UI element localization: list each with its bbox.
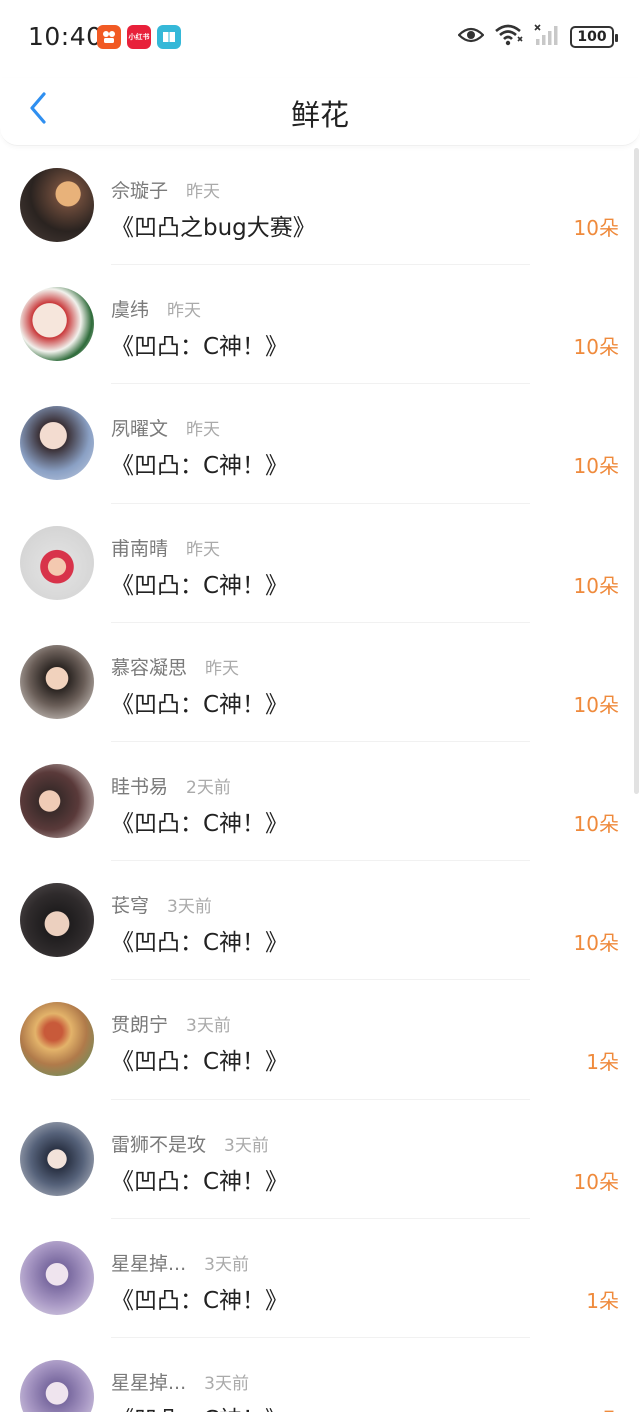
list-item[interactable]: 夙曜文 昨天 《凹凸：C神！》 10朵	[0, 384, 640, 504]
timestamp: 3天前	[224, 1135, 269, 1156]
flower-count: 10朵	[573, 811, 619, 836]
avatar[interactable]	[20, 1002, 94, 1077]
avatar[interactable]	[20, 287, 94, 362]
user-name[interactable]: 慕容凝思	[111, 657, 187, 679]
flower-count: 10朵	[573, 454, 619, 479]
status-time: 10:40	[28, 22, 103, 51]
list-item[interactable]: 甫南晴 昨天 《凹凸：C神！》 10朵	[0, 504, 640, 623]
timestamp: 昨天	[167, 301, 202, 322]
timestamp: 3天前	[167, 897, 212, 918]
flower-count: 10朵	[573, 692, 619, 717]
user-name[interactable]: 星星掉...	[111, 1372, 186, 1394]
user-name[interactable]: 苌穹	[111, 895, 149, 917]
book-title[interactable]: 《凹凸：C神！》	[111, 1281, 288, 1315]
flower-count: 10朵	[573, 573, 619, 598]
book-title[interactable]: 《凹凸：C神！》	[111, 566, 288, 600]
nav-bar: 鲜花	[0, 78, 640, 146]
list-item[interactable]: 星星掉... 3天前 《凹凸：C神！》 1朵	[0, 1219, 640, 1338]
timestamp: 3天前	[204, 1254, 249, 1275]
list-item[interactable]: 虞纬 昨天 《凹凸：C神！》 10朵	[0, 265, 640, 385]
avatar[interactable]	[20, 406, 94, 481]
book-title[interactable]: 《凹凸：C神！》	[111, 685, 288, 719]
avatar[interactable]	[20, 883, 94, 958]
flower-list: 佘璇子 昨天 《凹凸之bug大赛》 10朵 虞纬 昨天 《凹凸：C神！》 10朵 夙…	[0, 146, 640, 1412]
book-title[interactable]: 《凹凸：C神！》	[111, 804, 288, 838]
status-bar: 10:40 小红书 100	[0, 0, 640, 78]
wifi-icon	[494, 23, 524, 51]
flower-count: 10朵	[573, 216, 619, 240]
list-item[interactable]: 雷狮不是攻 3天前 《凹凸：C神！》 10朵	[0, 1100, 640, 1219]
book-title[interactable]: 《凹凸：C神！》	[111, 923, 288, 957]
eye-icon	[457, 26, 485, 48]
kuaishou-icon	[97, 25, 121, 49]
cell-signal-icon	[534, 23, 560, 51]
user-name[interactable]: 甫南晴	[111, 538, 168, 560]
book-title[interactable]: 《凹凸之bug大赛》	[111, 208, 316, 242]
avatar[interactable]	[20, 1359, 94, 1412]
user-name[interactable]: 贯朗宁	[111, 1014, 168, 1036]
timestamp: 2天前	[186, 777, 231, 798]
timestamp: 昨天	[205, 658, 240, 679]
list-item[interactable]: 佘璇子 昨天 《凹凸之bug大赛》 10朵	[0, 146, 640, 266]
battery-indicator: 100	[570, 26, 618, 48]
book-title[interactable]: 《凹凸：C神！》	[111, 446, 288, 480]
flower-count: 1朵	[586, 1404, 619, 1412]
book-title[interactable]: 《凹凸：C神！》	[111, 1400, 288, 1412]
list-item[interactable]: 贯朗宁 3天前 《凹凸：C神！》 1朵	[0, 980, 640, 1100]
status-indicators: 100	[457, 23, 618, 51]
flower-count: 10朵	[573, 335, 619, 360]
timestamp: 昨天	[186, 182, 221, 202]
flower-count: 1朵	[586, 1288, 619, 1313]
xiaohongshu-icon: 小红书	[127, 25, 151, 49]
avatar[interactable]	[20, 644, 94, 719]
flower-count: 10朵	[573, 1169, 619, 1194]
reader-icon	[157, 25, 181, 49]
user-name[interactable]: 雷狮不是攻	[111, 1134, 206, 1156]
avatar[interactable]	[20, 1121, 94, 1196]
timestamp: 昨天	[186, 420, 221, 441]
flower-count: 1朵	[586, 1050, 619, 1075]
user-name[interactable]: 佘璇子	[111, 180, 168, 202]
user-name[interactable]: 虞纬	[111, 299, 149, 321]
scrollbar[interactable]	[634, 148, 639, 794]
book-title[interactable]: 《凹凸：C神！》	[111, 1042, 288, 1076]
book-title[interactable]: 《凹凸：C神！》	[111, 1162, 288, 1196]
list-item[interactable]: 慕容凝思 昨天 《凹凸：C神！》 10朵	[0, 623, 640, 742]
flower-count: 10朵	[573, 931, 619, 956]
timestamp: 3天前	[186, 1016, 231, 1037]
avatar[interactable]	[20, 763, 94, 838]
book-title[interactable]: 《凹凸：C神！》	[111, 327, 288, 361]
avatar[interactable]	[20, 525, 94, 600]
avatar[interactable]	[20, 1240, 94, 1315]
avatar[interactable]	[20, 168, 94, 242]
user-name[interactable]: 星星掉...	[111, 1253, 186, 1275]
list-item[interactable]: 眭书易 2天前 《凹凸：C神！》 10朵	[0, 742, 640, 862]
list-item[interactable]: 苌穹 3天前 《凹凸：C神！》 10朵	[0, 861, 640, 981]
list-item[interactable]: 星星掉... 3天前 《凹凸：C神！》 1朵	[0, 1338, 640, 1412]
timestamp: 3天前	[204, 1373, 249, 1394]
page-title: 鲜花	[290, 98, 349, 132]
timestamp: 昨天	[186, 539, 221, 560]
user-name[interactable]: 夙曜文	[111, 418, 168, 440]
user-name[interactable]: 眭书易	[111, 776, 168, 798]
